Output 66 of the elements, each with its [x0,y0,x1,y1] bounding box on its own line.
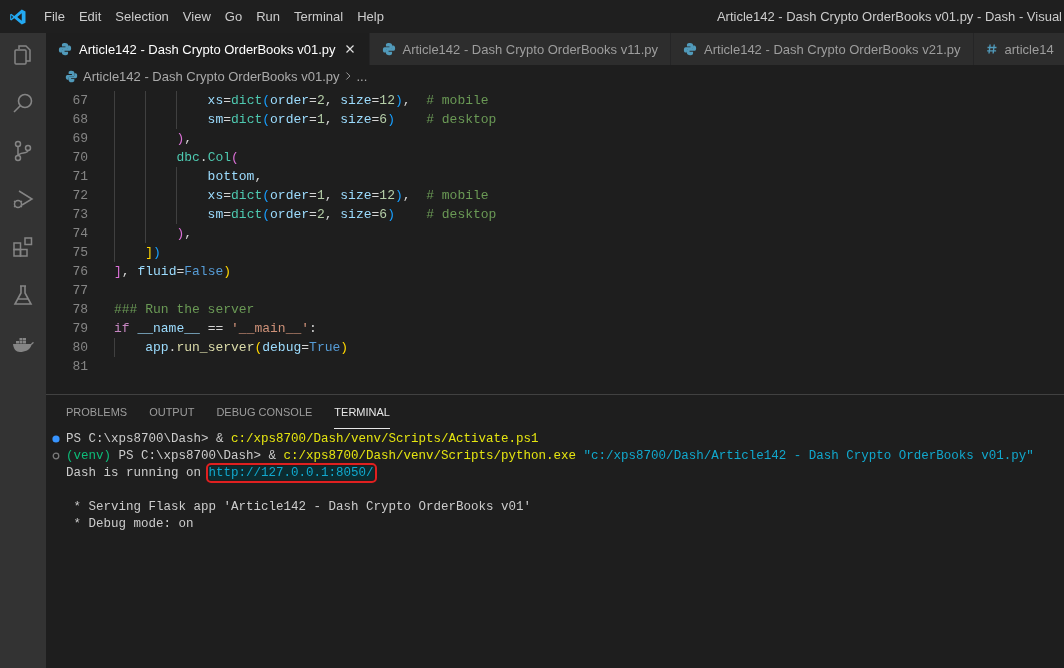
line-number: 74 [71,226,88,241]
line-number: 80 [71,340,88,355]
terminal-link[interactable]: http://127.0.0.1:8050/ [208,465,374,480]
line-number: 68 [71,112,88,127]
terminal-line: (venv) PS C:\xps8700\Dash> & c:/xps8700/Dash/venv/Scripts/python.exe "c:/xps8700/Dash/Article142 - Dash Crypto OrderBooks v01.py" [66,448,1034,463]
line-number: 81 [71,359,88,374]
line-number: 69 [71,131,88,146]
terminal-text: Dash is running on [66,465,203,480]
line-number: 78 [71,302,88,317]
python-file-icon [381,42,396,56]
window-title: Article142 - Dash Crypto OrderBooks v01.py - Dash - Visual [716,9,1063,24]
code-line: ), [175,226,193,241]
panel-tab[interactable]: DEBUG CONSOLE [216,395,313,429]
code-line: ], fluid=False) [114,264,232,279]
code-line: ### Run the server [114,302,255,317]
line-number: 70 [71,150,88,165]
line-number: 75 [71,245,88,260]
code-line: if __name__ == '__main__': [114,321,317,336]
panel-tab[interactable]: OUTPUT [149,395,195,429]
command-marker-icon[interactable] [52,451,60,460]
code-line: app.run_server(debug=True) [144,340,349,355]
line-number: 79 [71,321,88,336]
code-line: xs=dict(order=2, size=12), # mobile [206,93,489,108]
menu-item[interactable]: Edit [71,9,109,24]
python-file-icon [65,69,78,83]
terminal-line: PS C:\xps8700\Dash> & c:/xps8700/Dash/venv/Scripts/Activate.ps1 [66,431,539,446]
menu-item[interactable]: Terminal [287,9,351,24]
menu-item[interactable]: View [175,9,218,24]
run-debug-icon[interactable] [11,187,35,211]
python-file-icon [58,42,72,56]
extensions-icon[interactable] [11,235,35,259]
code-line: dbc.Col( [175,150,239,165]
terminal-line: * Debug mode: on [72,516,194,531]
menu-item[interactable]: Go [217,9,250,24]
line-number: 67 [71,93,88,108]
code-line: sm=dict(order=1, size=6) # desktop [206,112,497,127]
line-number: 73 [71,207,88,222]
app-logo-icon [9,7,27,26]
code-line: sm=dict(order=2, size=6) # desktop [206,207,497,222]
python-file-icon [683,42,698,56]
panel-tab[interactable]: TERMINAL [334,395,390,429]
editor-tab[interactable]: Article142 - Dash Crypto OrderBooks v21.py [671,33,974,65]
command-success-icon[interactable] [52,434,60,443]
flask-icon[interactable] [11,283,35,307]
search-icon[interactable] [11,91,35,115]
menu-item[interactable]: Selection [108,9,176,24]
breadcrumb-item[interactable]: ... [356,68,368,84]
chevron-right-icon [344,70,352,82]
menu-item[interactable]: File [37,9,72,24]
editor-tab[interactable]: article14 [973,33,1064,65]
menu-item[interactable]: Run [249,9,287,24]
editor-tab[interactable]: Article142 - Dash Crypto OrderBooks v01.py [46,33,370,65]
code-line: xs=dict(order=1, size=12), # mobile [206,188,489,203]
line-number: 76 [71,264,88,279]
line-number: 77 [71,283,88,298]
terminal-line: * Serving Flask app 'Article142 - Dash Crypto OrderBooks v01' [72,499,532,514]
panel-tab[interactable]: PROBLEMS [66,395,128,429]
code-line: bottom, [206,169,263,184]
editor-tab[interactable]: Article142 - Dash Crypto OrderBooks v11.py [369,33,672,65]
code-line: ), [175,131,193,146]
breadcrumb-item[interactable]: Article142 - Dash Crypto OrderBooks v01.py [83,68,340,84]
code-line: ]) [144,245,161,260]
line-number: 71 [71,169,88,184]
hash-icon [985,42,998,56]
menu-item[interactable]: Help [350,9,391,24]
line-number: 72 [71,188,88,203]
